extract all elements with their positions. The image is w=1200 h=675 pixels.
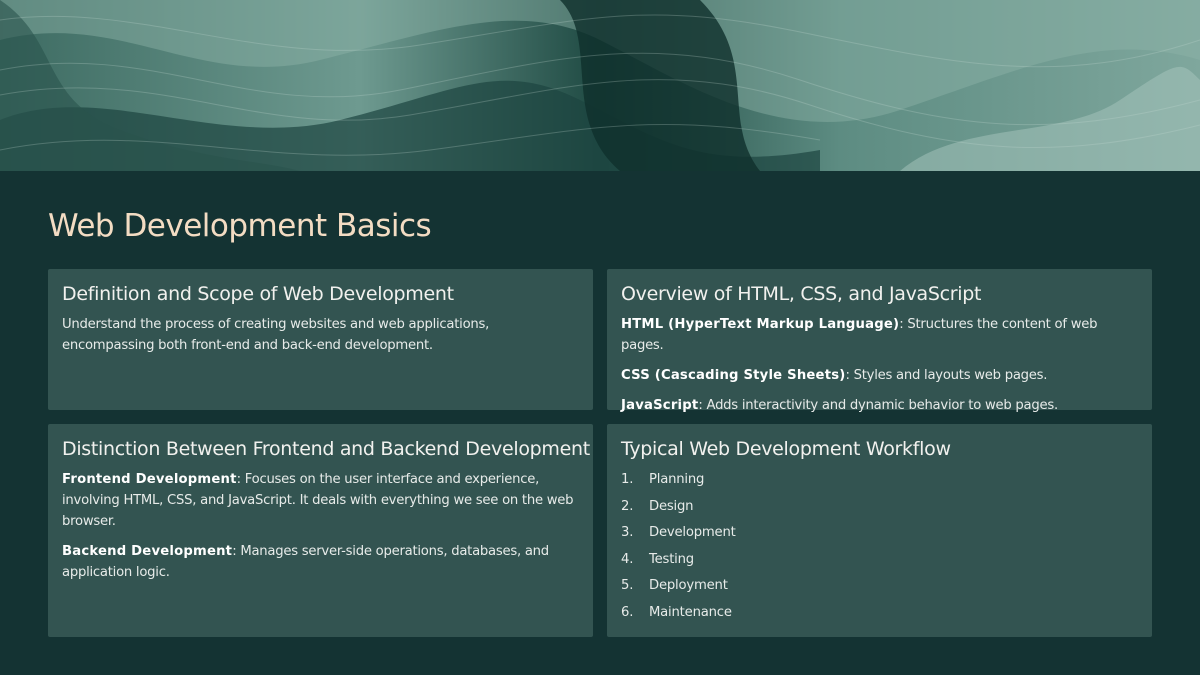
term: Frontend Development	[62, 472, 237, 487]
slide: Web Development Basics Definition and Sc…	[0, 0, 1200, 675]
page-title: Web Development Basics	[48, 208, 432, 244]
workflow-list: 1. Planning 2. Design 3. Development 4. Test…	[621, 469, 1138, 623]
card-text: Understand the process of creating websi…	[62, 317, 490, 353]
card-distinction: Distinction Between Frontend and Backend…	[48, 424, 593, 637]
card-definition: Definition and Scope of Web Development …	[48, 269, 593, 410]
step-label: Deployment	[649, 578, 728, 594]
step-number: 6.	[621, 604, 634, 620]
step-label: Design	[649, 498, 694, 514]
card-heading: Typical Web Development Workflow	[621, 438, 951, 460]
overview-item-html: HTML (HyperText Markup Language): Struct…	[621, 314, 1138, 356]
list-item: 1. Planning	[621, 469, 1138, 490]
term: JavaScript	[621, 398, 699, 413]
overview-item-css: CSS (Cascading Style Sheets): Styles and…	[621, 365, 1138, 386]
list-item: 2. Design	[621, 496, 1138, 517]
step-label: Maintenance	[649, 604, 732, 620]
step-number: 3.	[621, 525, 634, 541]
list-item: 3. Development	[621, 522, 1138, 543]
term: HTML (HyperText Markup Language)	[621, 317, 900, 332]
list-item: 5. Deployment	[621, 575, 1138, 596]
card-workflow: Typical Web Development Workflow 1. Plann…	[607, 424, 1152, 637]
card-overview: Overview of HTML, CSS, and JavaScript HT…	[607, 269, 1152, 413]
step-number: 5.	[621, 578, 634, 594]
description: : Adds interactivity and dynamic behavio…	[698, 398, 1058, 413]
overview-item-javascript: JavaScript: Adds interactivity and dynam…	[621, 395, 1138, 416]
step-number: 2.	[621, 498, 634, 514]
card-heading: Overview of HTML, CSS, and JavaScript	[621, 283, 982, 305]
term: CSS (Cascading Style Sheets)	[621, 368, 846, 383]
distinction-item-frontend: Frontend Development: Focuses on the use…	[62, 469, 579, 532]
list-item: 4. Testing	[621, 549, 1138, 570]
description: : Styles and layouts web pages.	[845, 368, 1048, 383]
step-number: 1.	[621, 472, 634, 487]
card-heading: Distinction Between Frontend and Backend…	[62, 438, 590, 460]
term: Backend Development	[62, 544, 233, 559]
list-item: 6. Maintenance	[621, 602, 1138, 623]
distinction-item-backend: Backend Development: Manages server-side…	[62, 541, 579, 583]
banner-image	[0, 0, 1200, 171]
step-label: Development	[649, 525, 736, 541]
card-heading: Definition and Scope of Web Development	[62, 283, 454, 305]
step-number: 4.	[621, 551, 634, 567]
step-label: Testing	[649, 551, 694, 567]
step-label: Planning	[649, 472, 705, 487]
